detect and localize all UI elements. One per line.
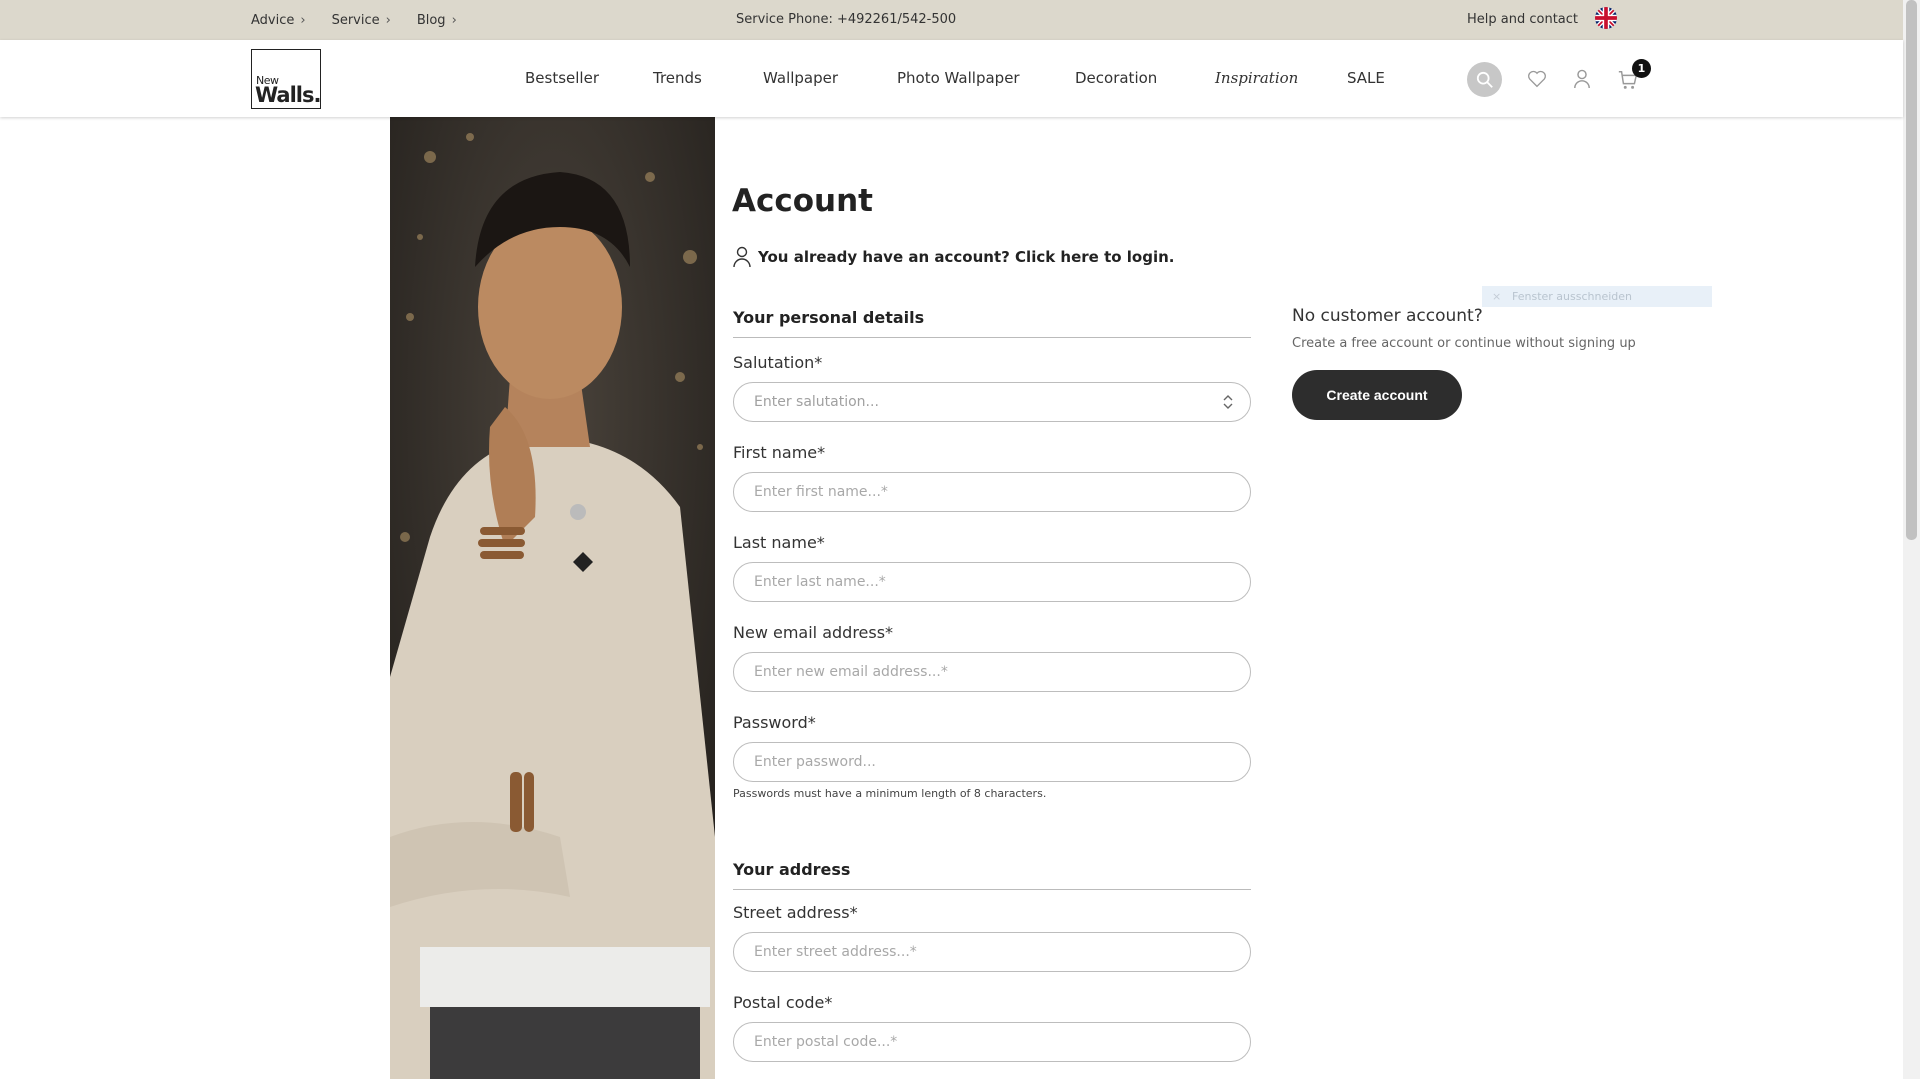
close-icon[interactable]: ×	[1492, 286, 1501, 307]
nav-bestseller[interactable]: Bestseller	[525, 69, 599, 87]
chevron-right-icon: ›	[451, 13, 457, 28]
select-arrows-icon	[1223, 395, 1233, 409]
nav-inspiration[interactable]: Inspiration	[1215, 69, 1298, 87]
last-name-input[interactable]	[754, 563, 1230, 601]
postal-code-label: Postal code*	[733, 993, 833, 1012]
heart-icon[interactable]	[1527, 70, 1547, 88]
first-name-label: First name*	[733, 443, 826, 462]
top-link-label: Service	[331, 13, 380, 28]
nav-wallpaper[interactable]: Wallpaper	[763, 69, 838, 87]
no-account-title: No customer account?	[1292, 306, 1483, 326]
login-prompt[interactable]: You already have an account? Click here …	[732, 246, 1174, 268]
salutation-select[interactable]: Enter salutation...	[733, 382, 1251, 422]
top-link-label: Blog	[416, 13, 446, 28]
first-name-input[interactable]	[754, 473, 1230, 511]
logo-text-bottom: Walls.	[255, 83, 321, 107]
page-title: Account	[732, 183, 873, 219]
address-heading: Your address	[733, 860, 1251, 890]
search-icon	[1476, 71, 1493, 88]
salutation-placeholder: Enter salutation...	[754, 394, 879, 410]
password-hint: Passwords must have a minimum length of …	[733, 787, 1047, 800]
search-button[interactable]	[1467, 62, 1502, 97]
service-phone[interactable]: Service Phone: +492261/542-500	[736, 12, 956, 27]
top-link-label: Advice	[251, 13, 295, 28]
model-photo	[390, 117, 715, 1079]
last-name-label: Last name*	[733, 533, 825, 552]
nav-sale[interactable]: SALE	[1347, 69, 1385, 87]
chevron-right-icon: ›	[300, 13, 306, 28]
nav-decoration[interactable]: Decoration	[1075, 69, 1157, 87]
last-name-field[interactable]	[733, 562, 1251, 602]
salutation-label: Salutation*	[733, 353, 823, 372]
password-field[interactable]	[733, 742, 1251, 782]
top-link-advice[interactable]: Advice ›	[251, 13, 306, 28]
cart-count-badge: 1	[1632, 59, 1651, 78]
scrollbar-thumb[interactable]	[1906, 0, 1917, 540]
nav-photo-wallpaper[interactable]: Photo Wallpaper	[897, 69, 1020, 87]
postal-code-field[interactable]	[733, 1022, 1251, 1062]
first-name-field[interactable]	[733, 472, 1251, 512]
clip-window-text: Fenster ausschneiden	[1512, 290, 1633, 303]
email-label: New email address*	[733, 623, 894, 642]
user-icon	[733, 246, 751, 268]
help-contact-link[interactable]: Help and contact	[1467, 12, 1578, 27]
nav-trends[interactable]: Trends	[653, 69, 702, 87]
street-field[interactable]	[733, 932, 1251, 972]
top-link-blog[interactable]: Blog ›	[417, 13, 457, 28]
main-header: New Walls. Bestseller Trends Wallpaper P…	[0, 40, 1903, 117]
uk-flag-icon[interactable]	[1595, 7, 1617, 29]
newwalls-logo[interactable]: New Walls.	[251, 49, 321, 109]
clip-window-overlay[interactable]: × Fenster ausschneiden	[1482, 286, 1712, 307]
top-link-service[interactable]: Service ›	[332, 13, 391, 28]
personal-details-heading: Your personal details	[733, 308, 1251, 338]
top-links: Advice › Service › Blog ›	[251, 13, 457, 28]
street-input[interactable]	[754, 933, 1230, 971]
top-bar: Advice › Service › Blog › Service Phone: +4…	[0, 0, 1903, 40]
login-prompt-text: You already have an account? Click here …	[758, 248, 1175, 266]
create-account-button[interactable]: Create account	[1292, 370, 1462, 420]
password-label: Password*	[733, 713, 816, 732]
password-input[interactable]	[754, 743, 1230, 781]
postal-code-input[interactable]	[754, 1023, 1230, 1061]
chevron-right-icon: ›	[385, 13, 391, 28]
user-icon[interactable]	[1573, 69, 1591, 89]
email-input[interactable]	[754, 653, 1230, 691]
no-account-subtitle: Create a free account or continue withou…	[1292, 336, 1636, 351]
email-field[interactable]	[733, 652, 1251, 692]
street-label: Street address*	[733, 903, 858, 922]
